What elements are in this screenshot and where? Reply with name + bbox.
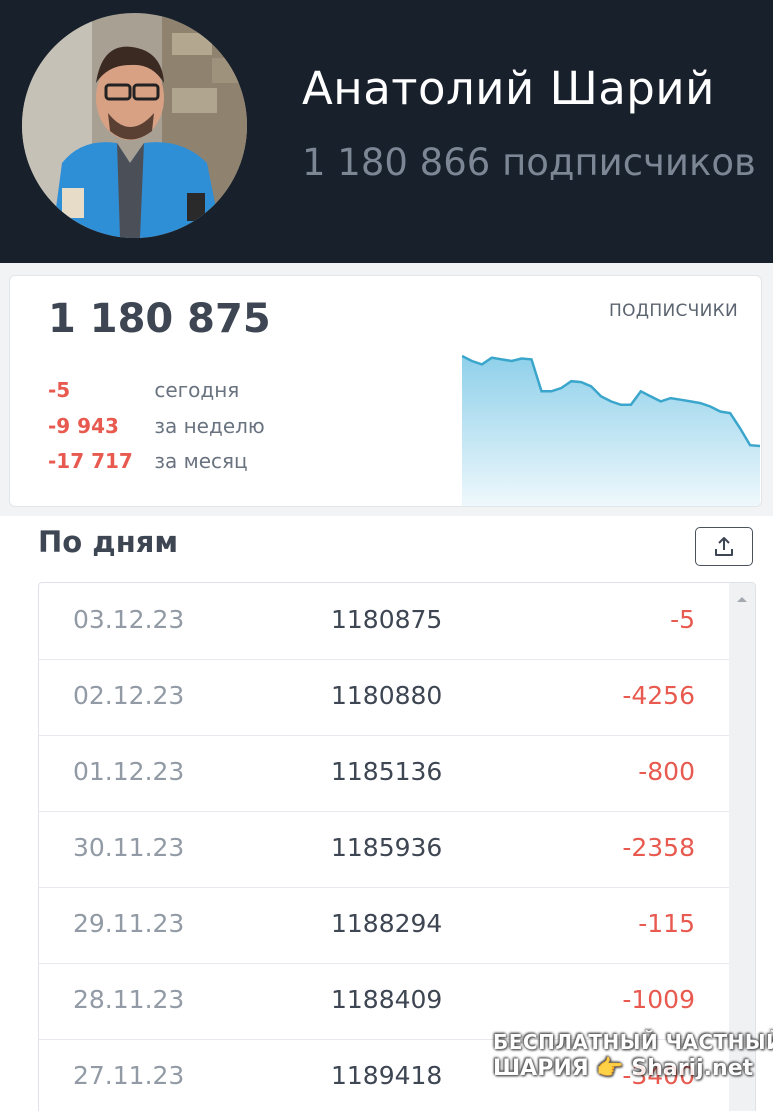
row-date: 01.12.23 bbox=[73, 757, 185, 786]
row-count: 1189418 bbox=[331, 1061, 443, 1090]
row-change: -115 bbox=[638, 909, 695, 938]
scroll-up-arrow-icon[interactable] bbox=[734, 593, 750, 605]
channel-name: Анатолий Шарий bbox=[302, 62, 715, 115]
watermark: БЕСПЛАТНЫЙ ЧАСТНЫЙ ШАРИЯ 👉 Sharij.net bbox=[493, 1030, 773, 1081]
row-count: 1188294 bbox=[331, 909, 443, 938]
channel-header: Анатолий Шарий 1 180 866 подписчиков bbox=[0, 0, 773, 263]
table-row: 03.12.23 1180875 -5 bbox=[39, 583, 729, 660]
channel-subscriber-count: 1 180 866 подписчиков bbox=[302, 141, 756, 184]
row-count: 1180875 bbox=[331, 605, 443, 634]
row-date: 30.11.23 bbox=[73, 833, 185, 862]
page: Анатолий Шарий 1 180 866 подписчиков 1 1… bbox=[0, 0, 773, 1111]
total-subscriber-count: 1 180 875 bbox=[48, 296, 271, 342]
row-change: -4256 bbox=[622, 681, 695, 710]
delta-month: -17 717 за месяц bbox=[48, 449, 248, 473]
delta-month-label: за месяц bbox=[154, 449, 248, 473]
subscriber-sparkline[interactable] bbox=[462, 346, 760, 506]
share-export-icon bbox=[715, 536, 733, 556]
delta-today: -5 сегодня bbox=[48, 378, 239, 402]
delta-week: -9 943 за неделю bbox=[48, 414, 265, 438]
watermark-line2: ШАРИЯ 👉 Sharij.net bbox=[493, 1056, 754, 1081]
delta-week-label: за неделю bbox=[154, 414, 265, 438]
avatar-photo bbox=[22, 13, 247, 238]
row-count: 1180880 bbox=[331, 681, 443, 710]
delta-today-label: сегодня bbox=[154, 378, 240, 402]
subscriber-stats-card: 1 180 875 -5 сегодня -9 943 за неделю -1… bbox=[9, 275, 762, 507]
row-change: -800 bbox=[638, 757, 695, 786]
row-change: -1009 bbox=[622, 985, 695, 1014]
table-row: 30.11.23 1185936 -2358 bbox=[39, 811, 729, 888]
delta-month-value: -17 717 bbox=[48, 449, 133, 473]
row-change: -5 bbox=[670, 605, 695, 634]
row-change: -2358 bbox=[622, 833, 695, 862]
delta-today-value: -5 bbox=[48, 378, 71, 402]
row-count: 1185136 bbox=[331, 757, 443, 786]
delta-week-value: -9 943 bbox=[48, 414, 119, 438]
sparkline-area bbox=[462, 356, 760, 506]
table-row: 28.11.23 1188409 -1009 bbox=[39, 963, 729, 1040]
table-row: 29.11.23 1188294 -115 bbox=[39, 887, 729, 964]
row-date: 03.12.23 bbox=[73, 605, 185, 634]
row-count: 1185936 bbox=[331, 833, 443, 862]
sparkline-label: ПОДПИСЧИКИ bbox=[609, 301, 738, 321]
section-title: По дням bbox=[38, 525, 179, 559]
row-date: 28.11.23 bbox=[73, 985, 185, 1014]
row-date: 02.12.23 bbox=[73, 681, 185, 710]
row-count: 1188409 bbox=[331, 985, 443, 1014]
export-button[interactable] bbox=[695, 527, 753, 566]
row-date: 27.11.23 bbox=[73, 1061, 185, 1090]
table-row: 02.12.23 1180880 -4256 bbox=[39, 659, 729, 736]
watermark-line1: БЕСПЛАТНЫЙ ЧАСТНЫЙ bbox=[493, 1030, 773, 1054]
row-date: 29.11.23 bbox=[73, 909, 185, 938]
channel-avatar[interactable] bbox=[22, 13, 247, 238]
table-row: 01.12.23 1185136 -800 bbox=[39, 735, 729, 812]
